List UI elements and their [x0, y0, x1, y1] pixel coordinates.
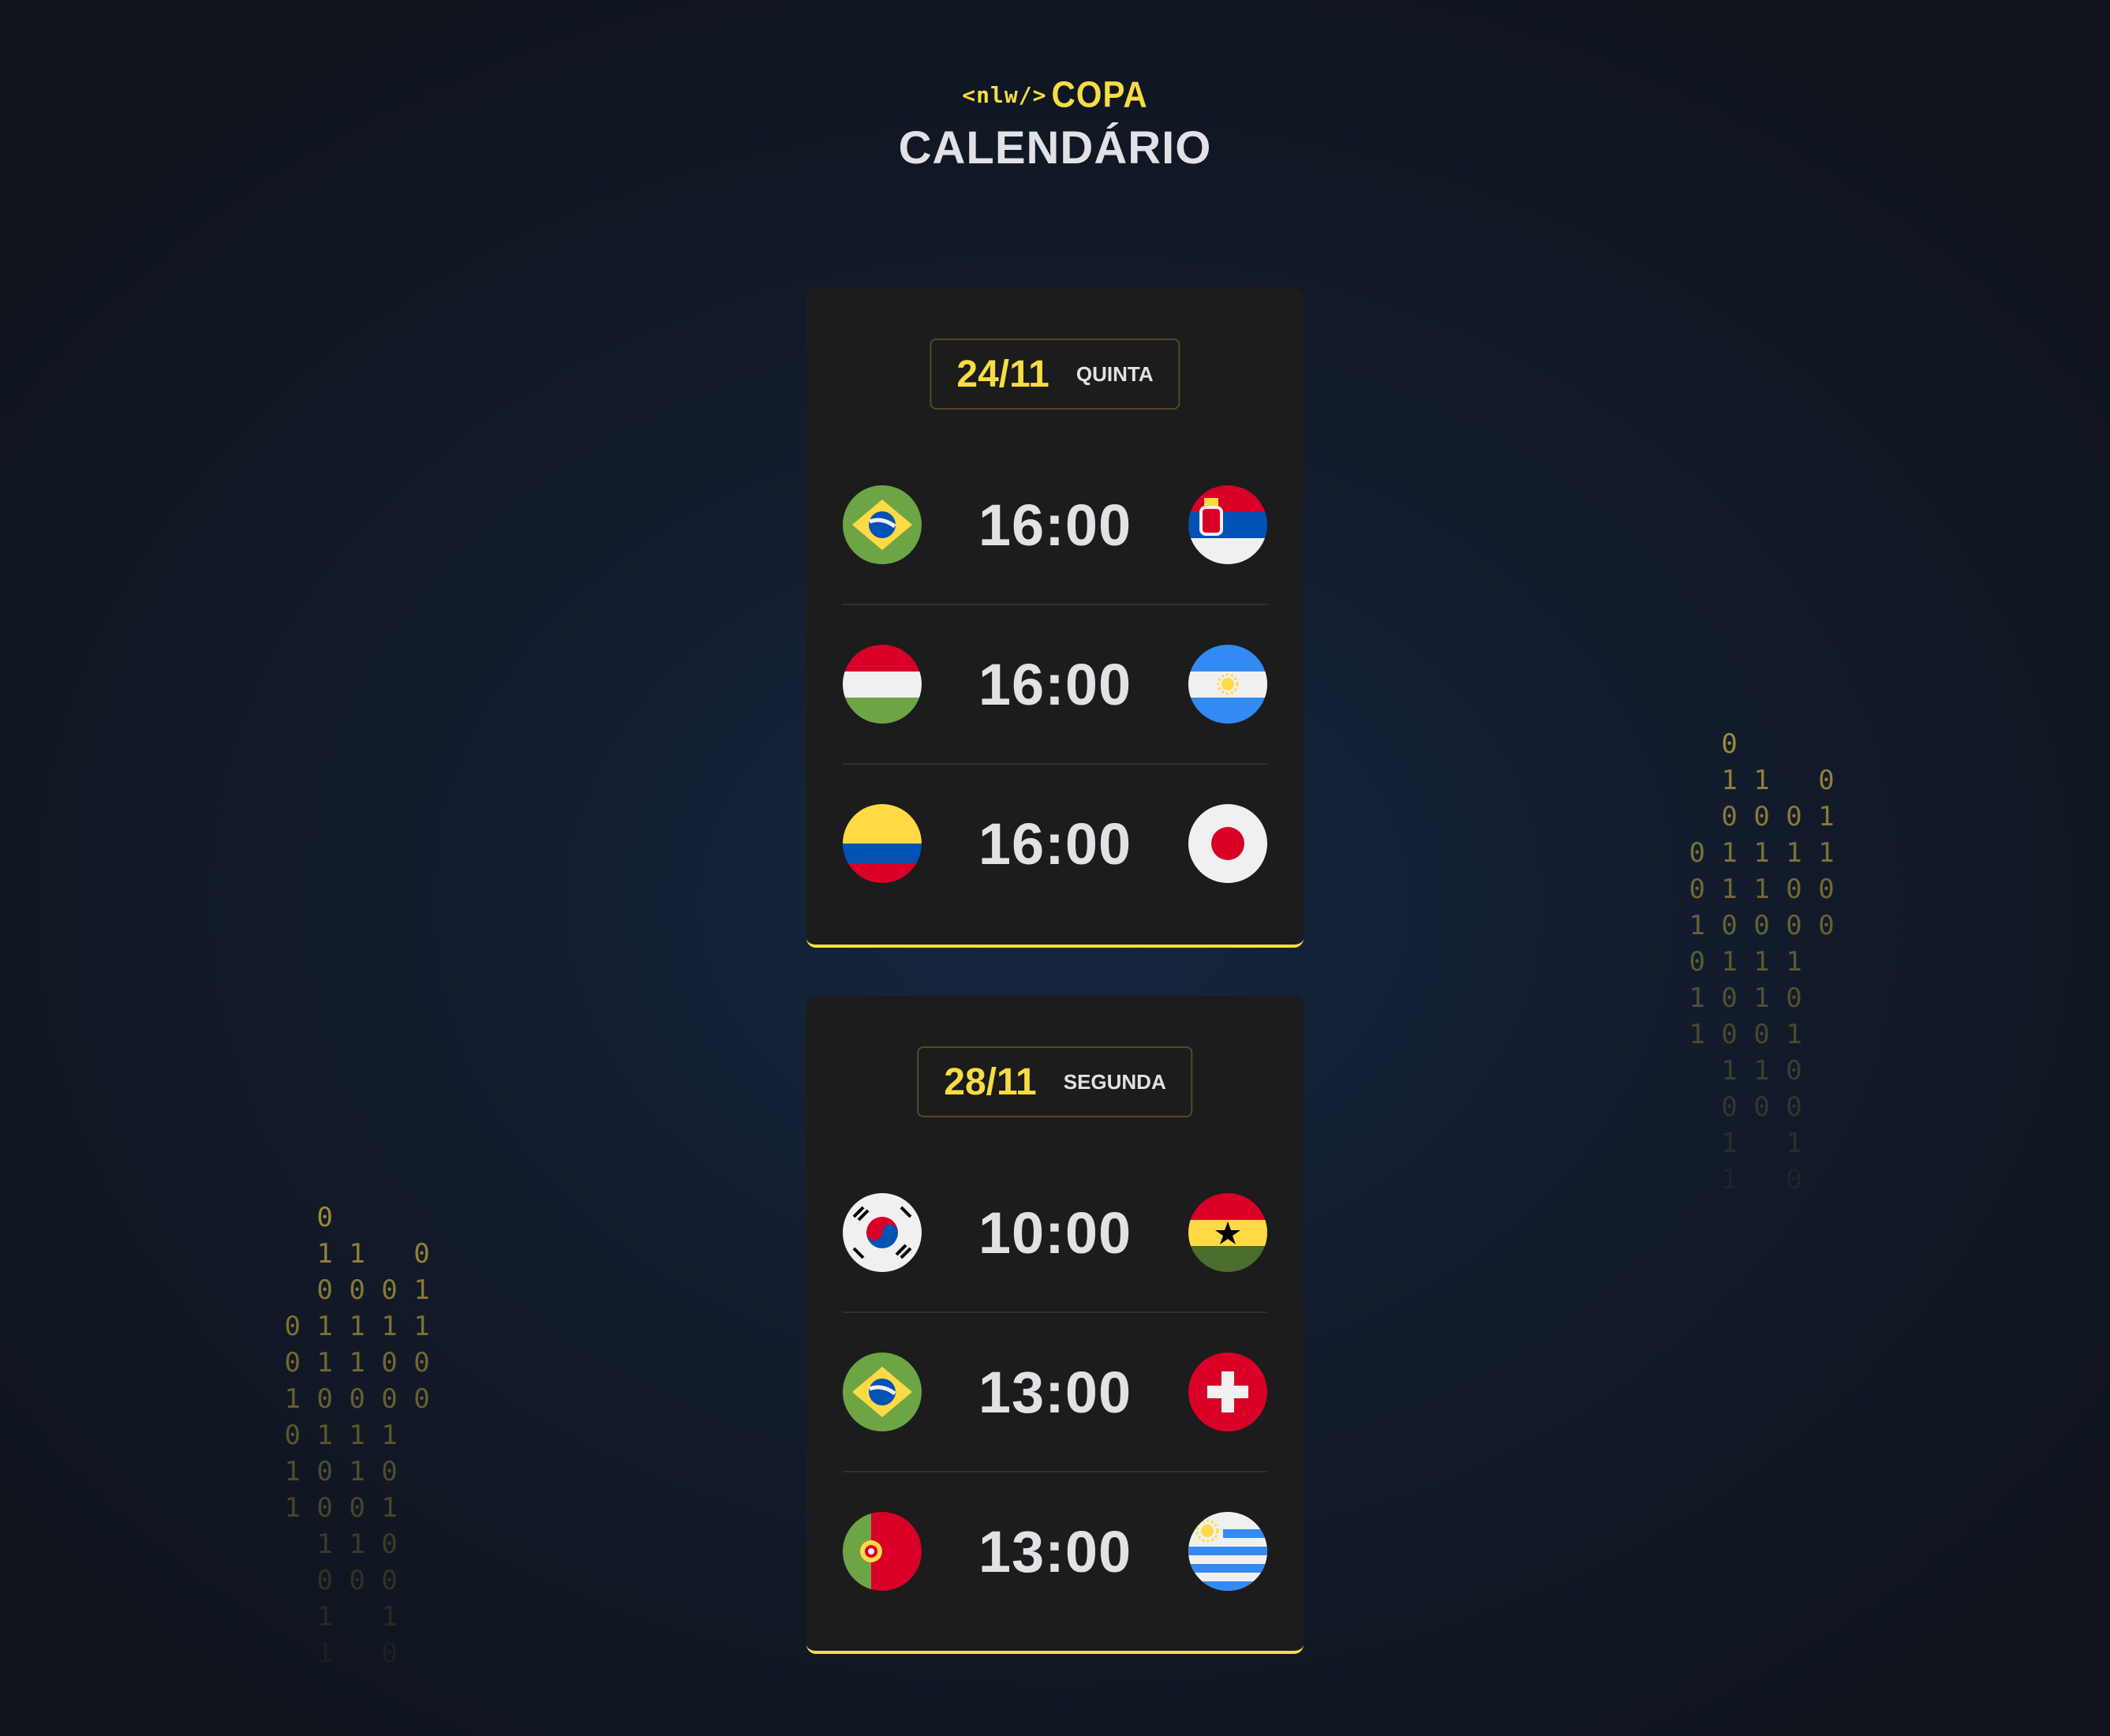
hungary-flag-icon	[843, 645, 922, 724]
day-weekday: QUINTA	[1076, 361, 1154, 386]
serbia-flag-icon	[1188, 485, 1267, 564]
game-time: 10:00	[978, 1199, 1132, 1266]
game-row: 16:00	[843, 446, 1267, 605]
binary-line: 1 1 0	[268, 1528, 398, 1560]
binary-line: 1 0	[1673, 1164, 1802, 1195]
logo-word: COPA	[1051, 73, 1148, 115]
binary-line: 1 0 1 0	[268, 1456, 398, 1487]
day-card: 24/11 QUINTA 16:00 16:00 16:00	[806, 288, 1304, 948]
portugal-flag-icon	[843, 1512, 922, 1591]
binary-rain-right: 0 1 1 0 0 0 0 1 0 1 1 1 1 0 1 1 0 0 1 0 …	[1673, 726, 1835, 1198]
binary-line: 0 0 0	[1673, 1091, 1802, 1123]
binary-line: 0 0 0	[268, 1565, 398, 1596]
page-header: <nlw/> COPA CALENDÁRIO	[0, 73, 2110, 174]
binary-line: 1 1 0	[1673, 1055, 1802, 1087]
uruguay-flag-icon	[1188, 1512, 1267, 1591]
game-row: 13:00	[843, 1472, 1267, 1630]
date-badge: 28/11 SEGUNDA	[917, 1046, 1193, 1117]
game-time: 13:00	[978, 1518, 1132, 1584]
binary-line: 1 1	[1673, 1128, 1802, 1159]
colombia-flag-icon	[843, 804, 922, 883]
binary-rain-left: 0 1 1 0 0 0 0 1 0 1 1 1 1 0 1 1 0 0 1 0 …	[268, 1199, 430, 1671]
game-time: 16:00	[978, 651, 1132, 717]
game-row: 16:00	[843, 765, 1267, 922]
ghana-flag-icon	[1188, 1193, 1267, 1272]
page-title: CALENDÁRIO	[898, 122, 1212, 174]
binary-line: 0 1 1 0 0	[1673, 874, 1835, 905]
binary-line: 1 1	[268, 1601, 398, 1633]
brazil-flag-icon	[843, 485, 922, 564]
binary-line: 1 0 0 1	[1673, 1019, 1802, 1050]
nlw-copa-logo: <nlw/> COPA	[962, 73, 1148, 115]
game-time: 16:00	[978, 810, 1132, 877]
binary-line: 0 1 1 1 1	[1673, 837, 1835, 869]
binary-line: 1 0 1 0	[1673, 982, 1802, 1014]
game-row: 16:00	[843, 605, 1267, 765]
binary-line: 1 1 0	[1673, 765, 1835, 796]
day-card: 28/11 SEGUNDA 10:00 13:00 13:00	[806, 996, 1304, 1654]
game-time: 13:00	[978, 1359, 1132, 1425]
binary-line: 0 1 1 1	[268, 1420, 398, 1451]
binary-line: 0 1 1 1	[1673, 946, 1802, 978]
binary-line: 1 0 0 1	[268, 1492, 398, 1524]
logo-tag: <nlw/>	[962, 81, 1047, 108]
binary-line: 0 1 1 1 1	[268, 1311, 430, 1342]
game-row: 13:00	[843, 1313, 1267, 1472]
binary-line: 1 0 0 0 0	[1673, 910, 1835, 941]
date-badge: 24/11 QUINTA	[930, 339, 1180, 410]
binary-line: 1 0	[268, 1637, 398, 1669]
game-time: 16:00	[978, 492, 1132, 558]
japan-flag-icon	[1188, 804, 1267, 883]
day-date: 28/11	[944, 1061, 1037, 1103]
binary-line: 1 1 0	[268, 1238, 430, 1270]
binary-line: 0 0 0 1	[268, 1274, 430, 1306]
day-weekday: SEGUNDA	[1063, 1069, 1166, 1094]
binary-line: 0 1 1 0 0	[268, 1347, 430, 1379]
binary-line: 0 0 0 1	[1673, 801, 1835, 832]
binary-line: 0	[268, 1202, 333, 1233]
argentina-flag-icon	[1188, 645, 1267, 724]
south-korea-flag-icon	[843, 1193, 922, 1272]
day-date: 24/11	[956, 353, 1049, 395]
binary-line: 1 0 0 0 0	[268, 1383, 430, 1415]
switzerland-flag-icon	[1188, 1353, 1267, 1431]
game-row: 10:00	[843, 1154, 1267, 1313]
brazil-flag-icon	[843, 1353, 922, 1431]
games-list: 10:00 13:00 13:00	[843, 1154, 1267, 1630]
binary-line: 0	[1673, 728, 1738, 760]
games-list: 16:00 16:00 16:00	[843, 446, 1267, 922]
